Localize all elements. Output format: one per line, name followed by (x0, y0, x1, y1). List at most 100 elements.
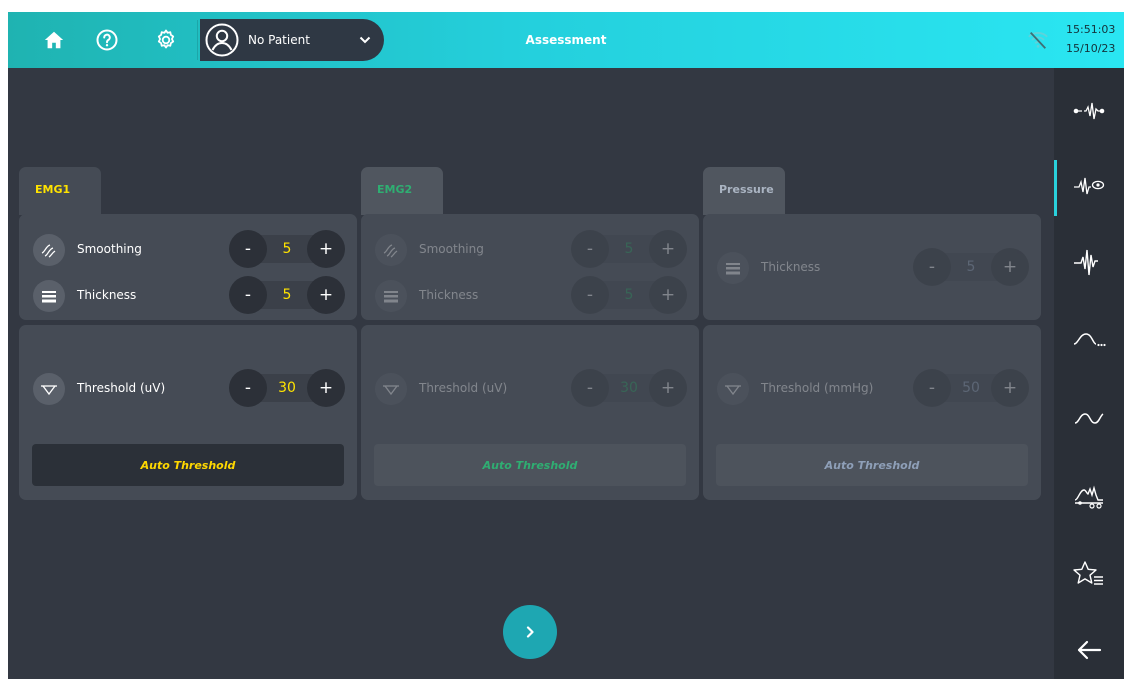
sidebar-item-graph-settings[interactable] (1054, 466, 1124, 526)
threshold-label: Threshold (uV) (419, 381, 508, 395)
gear-icon (157, 29, 175, 49)
thickness-label: Thickness (761, 260, 821, 274)
thickness-increase-button[interactable]: + (991, 248, 1029, 286)
smoothing-value: 5 (624, 241, 634, 257)
settings-button[interactable] (148, 22, 184, 58)
threshold-label: Threshold (mmHg) (761, 381, 874, 395)
threshold-stepper: - 50 + (913, 369, 1029, 407)
emg-waveform-icon (1074, 249, 1098, 276)
threshold-icon (33, 373, 65, 405)
header-divider (197, 20, 198, 60)
threshold-increase-button[interactable]: + (991, 369, 1029, 407)
threshold-value: 30 (278, 380, 296, 396)
tab-emg1-label: EMG1 (35, 183, 71, 196)
smoothing-increase-button[interactable]: + (307, 230, 345, 268)
threshold-stepper: - 30 + (229, 369, 345, 407)
sidebar-item-curve-more[interactable] (1054, 310, 1124, 370)
thickness-increase-button[interactable]: + (649, 276, 687, 314)
smoothing-stepper: - 5 + (229, 230, 345, 268)
smoothing-label: Smoothing (77, 242, 142, 256)
tab-emg2-label: EMG2 (377, 183, 413, 196)
thickness-decrease-button[interactable]: - (571, 276, 609, 314)
thickness-stepper: - 5 + (229, 276, 345, 314)
smoothing-value: 5 (282, 241, 292, 257)
threshold-icon (717, 373, 749, 405)
wifi-off-icon (1028, 32, 1048, 49)
top-bar: No Patient Assessment 15:51:03 15/10/23 (8, 12, 1124, 68)
graph-settings-icon (1074, 485, 1103, 509)
next-button[interactable] (503, 605, 557, 659)
thickness-stepper: - 5 + (571, 276, 687, 314)
thickness-decrease-button[interactable]: - (229, 276, 267, 314)
chevron-down-icon[interactable] (356, 31, 374, 49)
emg2-threshold-card: Threshold (uV) - 30 + Auto Threshold (361, 325, 699, 500)
emg2-display-card: Smoothing - 5 + Thickness - 5 + (361, 214, 699, 320)
smoothing-stepper: - 5 + (571, 230, 687, 268)
sidebar-item-signal-view[interactable] (1054, 156, 1124, 216)
threshold-decrease-button[interactable]: - (571, 369, 609, 407)
thickness-increase-button[interactable]: + (307, 276, 345, 314)
help-icon (96, 29, 118, 51)
wifi-status (1024, 26, 1052, 54)
sidebar-item-wave[interactable] (1054, 388, 1124, 448)
smoothing-increase-button[interactable]: + (649, 230, 687, 268)
thickness-label: Thickness (77, 288, 137, 302)
threshold-increase-button[interactable]: + (649, 369, 687, 407)
wave-icon (1074, 413, 1104, 424)
emg1-display-card: Smoothing - 5 + Thickness - 5 + (19, 214, 357, 320)
thickness-icon (33, 280, 65, 312)
home-button[interactable] (36, 22, 72, 58)
auto-threshold-button[interactable]: Auto Threshold (716, 444, 1028, 486)
clock: 15:51:03 15/10/23 (1066, 20, 1122, 58)
sidebar-item-electrode-signal[interactable] (1054, 80, 1124, 140)
right-sidebar (1054, 68, 1124, 679)
thickness-icon (717, 252, 749, 284)
thickness-value: 5 (624, 287, 634, 303)
clock-time: 15:51:03 (1066, 23, 1116, 36)
auto-threshold-button[interactable]: Auto Threshold (374, 444, 686, 486)
smoothing-decrease-button[interactable]: - (571, 230, 609, 268)
threshold-value: 30 (620, 380, 638, 396)
sidebar-item-emg-waveform[interactable] (1054, 232, 1124, 292)
curve-more-icon (1073, 333, 1106, 347)
sidebar-item-favorites-list[interactable] (1054, 544, 1124, 604)
tab-emg2[interactable]: EMG2 (361, 167, 443, 215)
thickness-label: Thickness (419, 288, 479, 302)
tab-emg1[interactable]: EMG1 (19, 167, 101, 215)
tab-pressure-label: Pressure (719, 183, 774, 196)
pressure-display-card: Thickness - 5 + (703, 214, 1041, 320)
assessment-screen: No Patient Assessment 15:51:03 15/10/23 … (8, 12, 1124, 679)
patient-name: No Patient (248, 33, 310, 47)
back-button[interactable] (1054, 620, 1124, 679)
user-icon (204, 22, 240, 58)
smoothing-icon (375, 234, 407, 266)
threshold-value: 50 (962, 380, 980, 396)
patient-selector[interactable]: No Patient (200, 19, 384, 61)
thickness-decrease-button[interactable]: - (913, 248, 951, 286)
pressure-threshold-card: Threshold (mmHg) - 50 + Auto Threshold (703, 325, 1041, 500)
smoothing-icon (33, 234, 65, 266)
threshold-stepper: - 30 + (571, 369, 687, 407)
threshold-icon (375, 373, 407, 405)
help-button[interactable] (89, 22, 125, 58)
thickness-value: 5 (282, 287, 292, 303)
tab-pressure[interactable]: Pressure (703, 167, 785, 215)
electrode-signal-icon (1073, 102, 1105, 120)
threshold-decrease-button[interactable]: - (913, 369, 951, 407)
back-arrow-icon (1077, 640, 1102, 660)
thickness-value: 5 (966, 259, 976, 275)
auto-threshold-button[interactable]: Auto Threshold (32, 444, 344, 486)
thickness-icon (375, 280, 407, 312)
threshold-decrease-button[interactable]: - (229, 369, 267, 407)
chevron-right-icon (526, 626, 534, 638)
signal-view-icon (1074, 177, 1105, 195)
clock-date: 15/10/23 (1066, 42, 1116, 55)
threshold-label: Threshold (uV) (77, 381, 166, 395)
home-icon (44, 31, 64, 49)
thickness-stepper: - 5 + (913, 248, 1029, 286)
emg1-threshold-card: Threshold (uV) - 30 + Auto Threshold (19, 325, 357, 500)
smoothing-decrease-button[interactable]: - (229, 230, 267, 268)
smoothing-label: Smoothing (419, 242, 484, 256)
threshold-increase-button[interactable]: + (307, 369, 345, 407)
favorites-list-icon (1073, 561, 1103, 585)
